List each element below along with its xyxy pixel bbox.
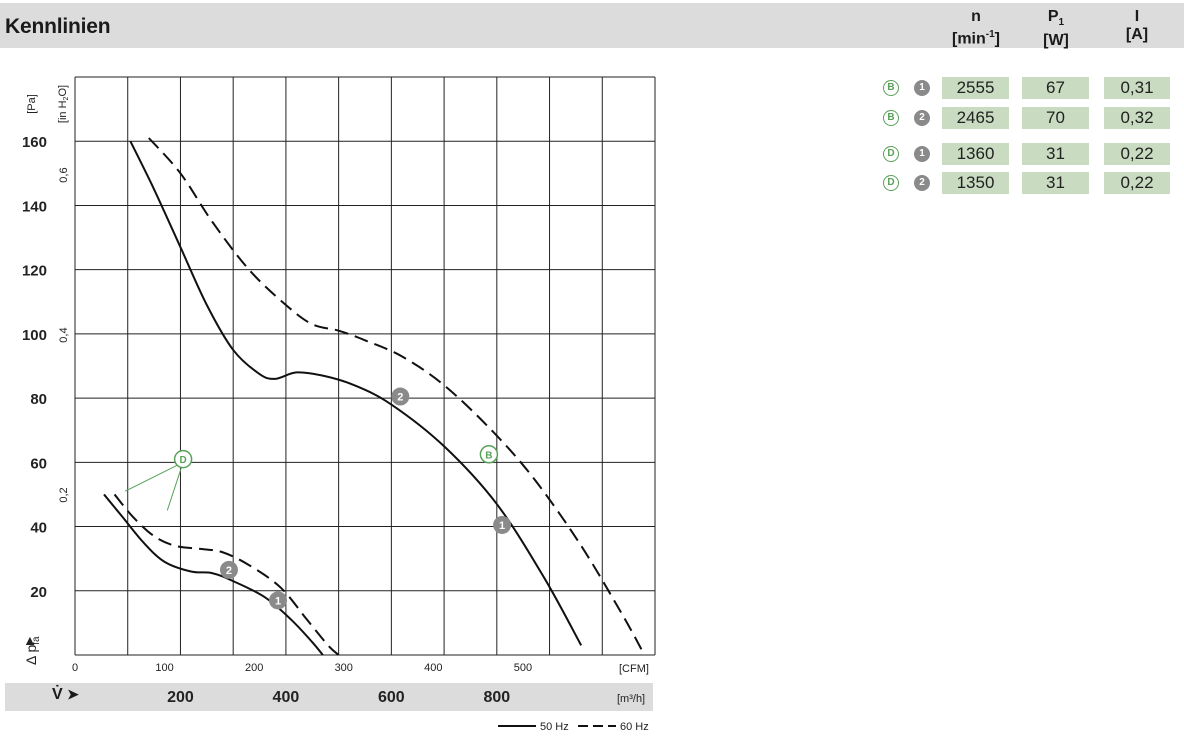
x-tick-label-m3h: 600 [378,689,405,706]
curve-b-50hz [129,140,583,646]
y-tick-label-pa: 60 [30,455,47,472]
marker-b-speed-2-label: 2 [397,392,403,404]
y-tick-label-inh2o: 0,2 [58,487,70,502]
y-tick-label-inh2o: 0,6 [58,167,70,182]
x-tick-label-cfm: 400 [424,662,442,674]
x-tick-label-cfm: 0 [72,662,78,674]
x-tick-label-m3h: 800 [483,689,510,706]
legend-50hz: 50 Hz [540,721,569,733]
leader-d-50hz [124,461,184,492]
marker-d-label: D [179,455,186,466]
y-tick-label-pa: 20 [30,584,47,601]
x-tick-label-cfm: 100 [155,662,173,674]
y-tick-label-pa: 80 [30,391,47,408]
x-tick-label-cfm: 300 [335,662,353,674]
y-tick-label-pa: 140 [22,198,47,215]
x-tick-label-cfm: 200 [245,662,263,674]
y-tick-label-pa: 40 [30,520,47,537]
chart-grid [74,76,656,656]
y-tick-label-pa: 100 [22,327,47,344]
marker-b-speed-1-label: 1 [499,520,505,532]
chart-curves [103,137,646,656]
chart-markers: D B 2 1 2 1 [124,387,512,610]
x-tick-label-cfm: 500 [514,662,532,674]
legend-60hz: 60 Hz [620,721,649,733]
marker-d-speed-1-label: 1 [275,595,281,607]
chart-axes: 20 40 60 80 100 120 140 160 0,2 0,4 0,6 0 100 200 300 4… [22,134,532,706]
marker-d-speed-2-label: 2 [226,565,232,577]
y-axis-arrow: ▲ [23,632,37,648]
marker-b-label: B [485,450,492,461]
x-tick-label-m3h: 400 [273,689,300,706]
y-tick-label-pa: 160 [22,134,47,151]
characteristic-curves-chart: 20 40 60 80 100 120 140 160 0,2 0,4 0,6 0 100 200 300 4… [22,76,656,733]
y-tick-label-inh2o: 0,4 [58,327,70,342]
x-axis-unit-cfm: [CFM] [619,663,649,675]
x-tick-label-m3h: 200 [167,689,194,706]
x-axis-unit-m3h: [m³/h] [617,693,645,705]
y-axis-unit-inh2o: [in H2O] [57,85,70,123]
curve-d-50hz [103,493,324,656]
y-axis-unit-pa: [Pa] [26,94,38,114]
y-tick-label-pa: 120 [22,263,47,280]
